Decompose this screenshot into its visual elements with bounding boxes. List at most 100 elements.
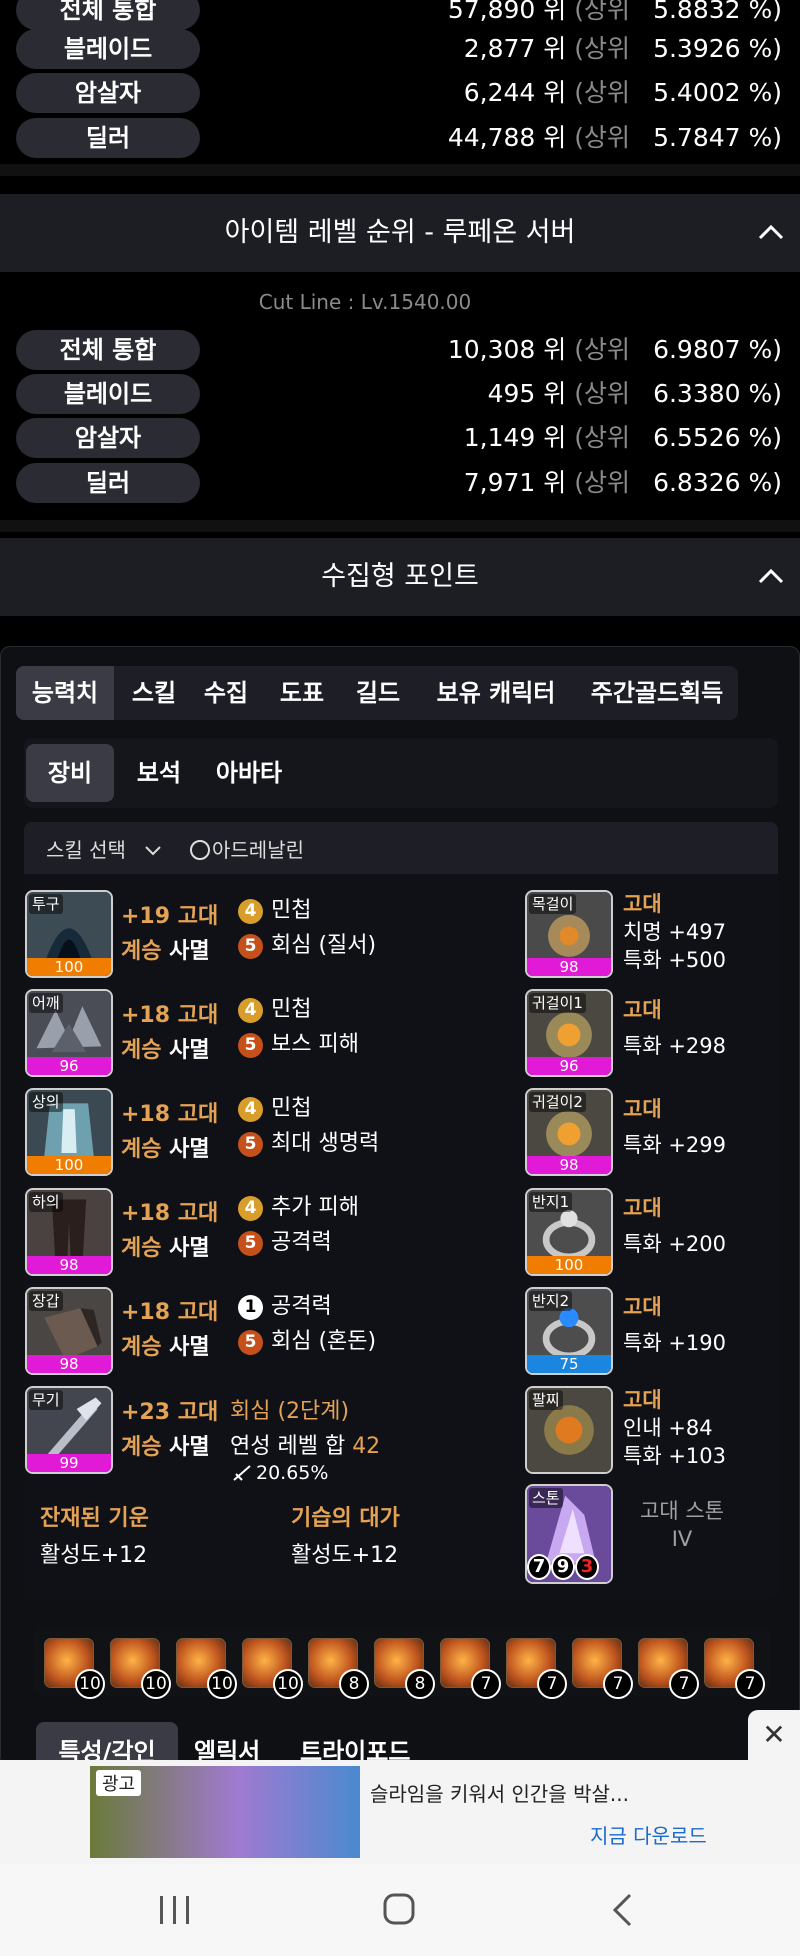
necklace-slot[interactable]: 목걸이 98: [525, 890, 613, 978]
shoulder-slot[interactable]: 어깨 96: [25, 989, 113, 1077]
upgrade-level: +18 고대: [121, 1300, 219, 1325]
rank-label: 딜러: [16, 463, 200, 503]
tab-skills[interactable]: 스킬: [124, 666, 184, 720]
chest-slot[interactable]: 상의 100: [25, 1088, 113, 1176]
rank-row: 암살자 6,244 위 (상위 5.4002 %): [0, 71, 800, 115]
pants-slot[interactable]: 하의 98: [25, 1188, 113, 1276]
upgrade-level: +18 고대: [121, 1003, 219, 1028]
quality-bar: 98: [527, 958, 611, 976]
tab-stats[interactable]: 능력치: [16, 666, 114, 720]
gem-level: 10: [207, 1669, 237, 1699]
tab-characters[interactable]: 보유 캐릭터: [426, 666, 566, 720]
upgrade-level: +18 고대: [121, 1201, 219, 1226]
weapon-bond: 연성 레벨 합 42: [230, 1434, 381, 1459]
subtab-equipment[interactable]: 장비: [26, 744, 114, 802]
rank-value: 44,788 위: [447, 123, 567, 152]
gem-level: 8: [339, 1669, 369, 1699]
chevron-up-icon[interactable]: [758, 568, 784, 584]
quality-bar: 96: [27, 1057, 111, 1075]
rank-percent: 5.3926 %): [653, 34, 782, 63]
subtab-avatar[interactable]: 아바타: [204, 744, 294, 802]
gem-slot[interactable]: 10: [44, 1638, 105, 1699]
rank-label: 딜러: [16, 118, 200, 158]
ad-banner[interactable]: 광고 슬라임을 키워서 인간을 박살... 지금 다운로드: [0, 1760, 800, 1864]
engraving-2: 5 공격력: [238, 1229, 332, 1257]
rank-label: 블레이드: [16, 29, 200, 69]
tab-chart[interactable]: 도표: [272, 666, 332, 720]
gem-slot[interactable]: 7: [440, 1638, 501, 1699]
ad-close-button[interactable]: ✕: [748, 1710, 800, 1760]
quality-bar: 100: [27, 958, 111, 976]
chevron-down-icon: [145, 846, 162, 856]
gem-slot[interactable]: 8: [308, 1638, 369, 1699]
home-icon[interactable]: [382, 1892, 416, 1926]
rank-percent: 5.4002 %): [653, 78, 782, 107]
tab-guild[interactable]: 길드: [348, 666, 408, 720]
rank-value: 7,971 위: [463, 468, 567, 497]
rank-percent: 5.7847 %): [653, 123, 782, 152]
quality-bar: 100: [527, 1256, 611, 1274]
weapon-damage: 20.65%: [232, 1462, 328, 1484]
item-level-section-header[interactable]: 아이템 레벨 순위 - 루페온 서버: [0, 194, 800, 272]
skill-select-dropdown[interactable]: 스킬 선택: [46, 834, 162, 863]
main-tabs: 능력치 스킬 수집 도표 길드 보유 캐릭터 주간골드획득: [16, 666, 738, 720]
weapon-slot[interactable]: 무기 99: [25, 1386, 113, 1474]
bracelet-slot[interactable]: 팔찌: [525, 1386, 613, 1474]
gem-slot[interactable]: 8: [374, 1638, 435, 1699]
rank-percent: 6.8326 %): [653, 468, 782, 497]
weapon-effect: 회심 (2단계): [230, 1399, 350, 1424]
tab-collection[interactable]: 수집: [196, 666, 256, 720]
rank-row: 딜러 7,971 위 (상위 6.8326 %): [0, 461, 800, 505]
engraving-1: 4 민첩: [238, 897, 311, 925]
ring1-slot[interactable]: 반지1 100: [525, 1188, 613, 1276]
equipment-subtabs: 장비 보석 아바타: [24, 738, 778, 808]
rank-value: 10,308 위: [447, 335, 567, 364]
upgrade-level: +18 고대: [121, 1102, 219, 1127]
rank-row: 블레이드 2,877 위 (상위 5.3926 %): [0, 27, 800, 71]
tab-weekly-gold[interactable]: 주간골드획득: [582, 666, 732, 720]
gem-level: 10: [273, 1669, 303, 1699]
skill-select-label: 스킬 선택: [46, 838, 126, 862]
subtab-gems[interactable]: 보석: [124, 744, 194, 802]
set-name: 계승 사멸: [121, 1038, 210, 1063]
gem-slot[interactable]: 7: [506, 1638, 567, 1699]
gem-level: 7: [471, 1669, 501, 1699]
rank-value: 2,877 위: [463, 34, 567, 63]
section-title: 아이템 레벨 순위 - 루페온 서버: [224, 217, 576, 248]
engraving-2: 5 최대 생명력: [238, 1130, 379, 1158]
rank-label: 암살자: [16, 418, 200, 458]
ad-download-button[interactable]: 지금 다운로드: [590, 1820, 707, 1849]
sword-icon: [233, 1465, 251, 1481]
collect-section-header[interactable]: 수집형 포인트: [0, 538, 800, 616]
gem-level: 7: [603, 1669, 633, 1699]
rank-percent: 6.5526 %): [653, 423, 782, 452]
gloves-slot[interactable]: 장갑 98: [25, 1287, 113, 1375]
gem-slot[interactable]: 10: [242, 1638, 303, 1699]
chevron-up-icon[interactable]: [758, 224, 784, 240]
rank-percent: 6.3380 %): [653, 379, 782, 408]
adrenaline-radio[interactable]: 아드레날린: [190, 834, 304, 863]
gem-slot[interactable]: 7: [638, 1638, 699, 1699]
helmet-slot[interactable]: 투구 100: [25, 890, 113, 978]
rank-label: 전체 통합: [16, 330, 200, 370]
gem-level: 7: [735, 1669, 765, 1699]
quality-bar: 98: [27, 1355, 111, 1373]
gem-slot[interactable]: 7: [704, 1638, 765, 1699]
ring2-slot[interactable]: 반지2 75: [525, 1287, 613, 1375]
radio-icon: [190, 840, 210, 860]
rank-row: 블레이드 495 위 (상위 6.3380 %): [0, 372, 800, 416]
earring2-slot[interactable]: 귀걸이2 98: [525, 1088, 613, 1176]
engraving-1: 4 민첩: [238, 996, 311, 1024]
earring1-slot[interactable]: 귀걸이1 96: [525, 989, 613, 1077]
gem-slot[interactable]: 10: [110, 1638, 171, 1699]
gem-level: 10: [75, 1669, 105, 1699]
section-title: 수집형 포인트: [321, 561, 479, 592]
recent-apps-icon[interactable]: [158, 1894, 192, 1926]
rank-value: 495 위: [487, 379, 567, 408]
rank-label: 블레이드: [16, 374, 200, 414]
engraving-1: 4 추가 피해: [238, 1194, 359, 1222]
stone-engraving-counts: 793: [527, 1554, 599, 1580]
gem-slot[interactable]: 7: [572, 1638, 633, 1699]
gem-slot[interactable]: 10: [176, 1638, 237, 1699]
back-icon[interactable]: [610, 1892, 634, 1928]
